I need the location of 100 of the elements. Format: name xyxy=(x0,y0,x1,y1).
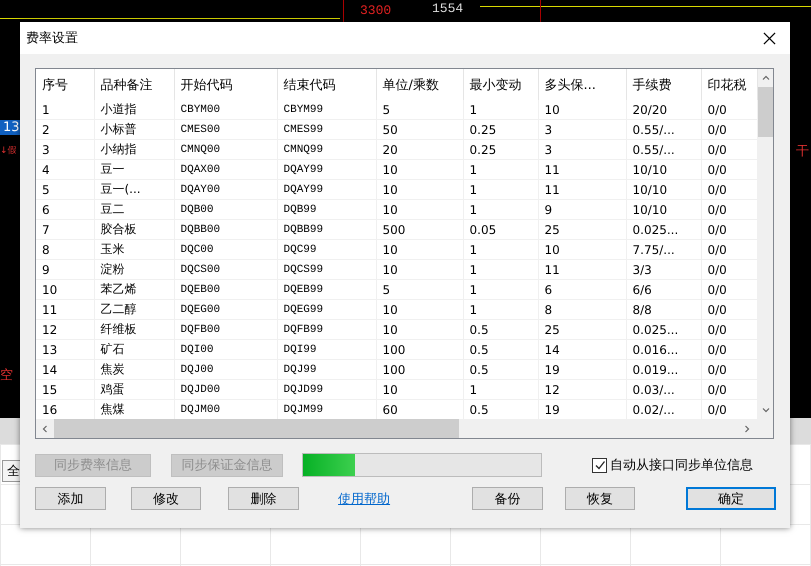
action-button[interactable]: 删除 xyxy=(228,487,300,510)
table-cell: DQAY00 xyxy=(174,180,277,200)
column-header[interactable]: 手续费 xyxy=(626,69,701,100)
table-cell: CBYM00 xyxy=(174,100,277,120)
table-cell: DQEG99 xyxy=(277,300,376,320)
check-icon xyxy=(594,459,606,471)
table-cell: DQBB99 xyxy=(277,220,376,240)
table-cell: 0.25 xyxy=(463,120,538,140)
table-cell: 10 xyxy=(376,320,463,340)
auto-sync-checkbox[interactable]: 自动从接口同步单位信息 xyxy=(592,456,753,474)
table-cell: 12 xyxy=(538,380,626,400)
checkbox[interactable] xyxy=(592,458,607,472)
chart-label: 空 xyxy=(0,367,13,384)
table-cell: 20/20 xyxy=(626,100,701,120)
table-cell: DQB00 xyxy=(174,200,277,220)
column-header[interactable]: 品种备注 xyxy=(94,69,174,100)
table-cell: 0/0 xyxy=(701,360,757,380)
scroll-right-icon[interactable] xyxy=(742,424,752,434)
table-cell: 0.5 xyxy=(463,320,538,340)
table-cell: 10 xyxy=(376,300,463,320)
table-cell: 5 xyxy=(376,280,463,300)
table-cell: CMNQ00 xyxy=(174,140,277,160)
action-button[interactable]: 修改 xyxy=(130,487,202,510)
table-cell: 19 xyxy=(538,360,626,380)
action-button[interactable]: 备份 xyxy=(472,487,543,510)
action-button[interactable]: 恢复 xyxy=(564,487,636,510)
table-cell: DQC99 xyxy=(277,240,376,260)
horizontal-scrollbar[interactable] xyxy=(36,419,773,438)
table-cell: 10/10 xyxy=(626,180,701,200)
table-cell: 9 xyxy=(538,200,626,220)
table-cell: 9 xyxy=(36,260,94,280)
table-cell: 0.025... xyxy=(626,220,701,240)
price-label: 3300 xyxy=(360,3,392,18)
action-button[interactable]: 添加 xyxy=(35,487,106,510)
column-header[interactable]: 结束代码 xyxy=(277,69,376,100)
scroll-thumb[interactable] xyxy=(54,419,459,438)
table-cell: DQJ00 xyxy=(174,360,277,380)
table-cell: 8 xyxy=(538,300,626,320)
column-header[interactable]: 最小变动 xyxy=(463,69,538,100)
table-cell: DQFB00 xyxy=(174,320,277,340)
table-cell: 6 xyxy=(538,280,626,300)
column-header[interactable]: 序号 xyxy=(36,69,94,100)
table-cell: DQAY99 xyxy=(277,160,376,180)
table-cell: 8 xyxy=(36,240,94,260)
table-cell: 7 xyxy=(36,220,94,240)
table-cell: 0/0 xyxy=(701,180,757,200)
table-cell: 6 xyxy=(36,200,94,220)
close-icon[interactable] xyxy=(763,32,776,44)
column-header[interactable]: 开始代码 xyxy=(174,69,277,100)
table-cell: DQBB00 xyxy=(174,220,277,240)
table-cell: 100 xyxy=(376,360,463,380)
scroll-left-icon[interactable] xyxy=(40,424,50,434)
table-cell: 1 xyxy=(463,260,538,280)
table-cell: 14 xyxy=(36,360,94,380)
table-cell: 50 xyxy=(376,120,463,140)
table-cell: 8/8 xyxy=(626,300,701,320)
table-cell: 10/10 xyxy=(626,200,701,220)
table-cell: 1 xyxy=(463,280,538,300)
table-cell: 0.5 xyxy=(463,340,538,360)
table-cell: DQJD00 xyxy=(174,380,277,400)
column-header[interactable]: 印花税 xyxy=(701,69,757,100)
table-cell: 11 xyxy=(538,260,626,280)
table-cell: 10 xyxy=(538,240,626,260)
help-link[interactable]: 使用帮助 xyxy=(338,490,390,508)
table-cell: 鸡蛋 xyxy=(94,380,174,400)
table-cell: 1 xyxy=(463,380,538,400)
table-cell: 0.55/... xyxy=(626,140,701,160)
action-button[interactable]: 确定 xyxy=(686,487,776,510)
table-cell: DQFB99 xyxy=(277,320,376,340)
table-cell: 豆一(... xyxy=(94,180,174,200)
table-cell: 10 xyxy=(36,280,94,300)
table-cell: DQJ99 xyxy=(277,360,376,380)
table-cell: 0.025... xyxy=(626,320,701,340)
table-cell: 苯乙烯 xyxy=(94,280,174,300)
table-cell: 0.25 xyxy=(463,140,538,160)
table-cell: 0/0 xyxy=(701,320,757,340)
table-cell: 1 xyxy=(463,160,538,180)
vertical-scrollbar[interactable] xyxy=(758,69,773,419)
table-cell: 2 xyxy=(36,120,94,140)
column-header[interactable]: 单位/乘数 xyxy=(376,69,463,100)
table-cell: 15 xyxy=(36,380,94,400)
table-cell: 0.5 xyxy=(463,360,538,380)
table-cell: 10 xyxy=(376,180,463,200)
table-cell: 豆二 xyxy=(94,200,174,220)
scroll-down-icon[interactable] xyxy=(761,405,771,415)
table-cell: 11 xyxy=(36,300,94,320)
table-cell: 10 xyxy=(376,200,463,220)
chart-label: ↓假 xyxy=(0,145,17,157)
scroll-thumb[interactable] xyxy=(758,87,773,137)
chart-label: 干 xyxy=(796,143,809,160)
table-cell: 1 xyxy=(463,240,538,260)
table-cell: 玉米 xyxy=(94,240,174,260)
table-cell: 0/0 xyxy=(701,120,757,140)
column-header[interactable]: 多头保... xyxy=(538,69,626,100)
table-cell: 0/0 xyxy=(701,260,757,280)
table-cell: 100 xyxy=(376,340,463,360)
table-cell: 3 xyxy=(538,120,626,140)
table-cell: DQB99 xyxy=(277,200,376,220)
table-cell: 13 xyxy=(36,340,94,360)
table-cell: 11 xyxy=(538,180,626,200)
